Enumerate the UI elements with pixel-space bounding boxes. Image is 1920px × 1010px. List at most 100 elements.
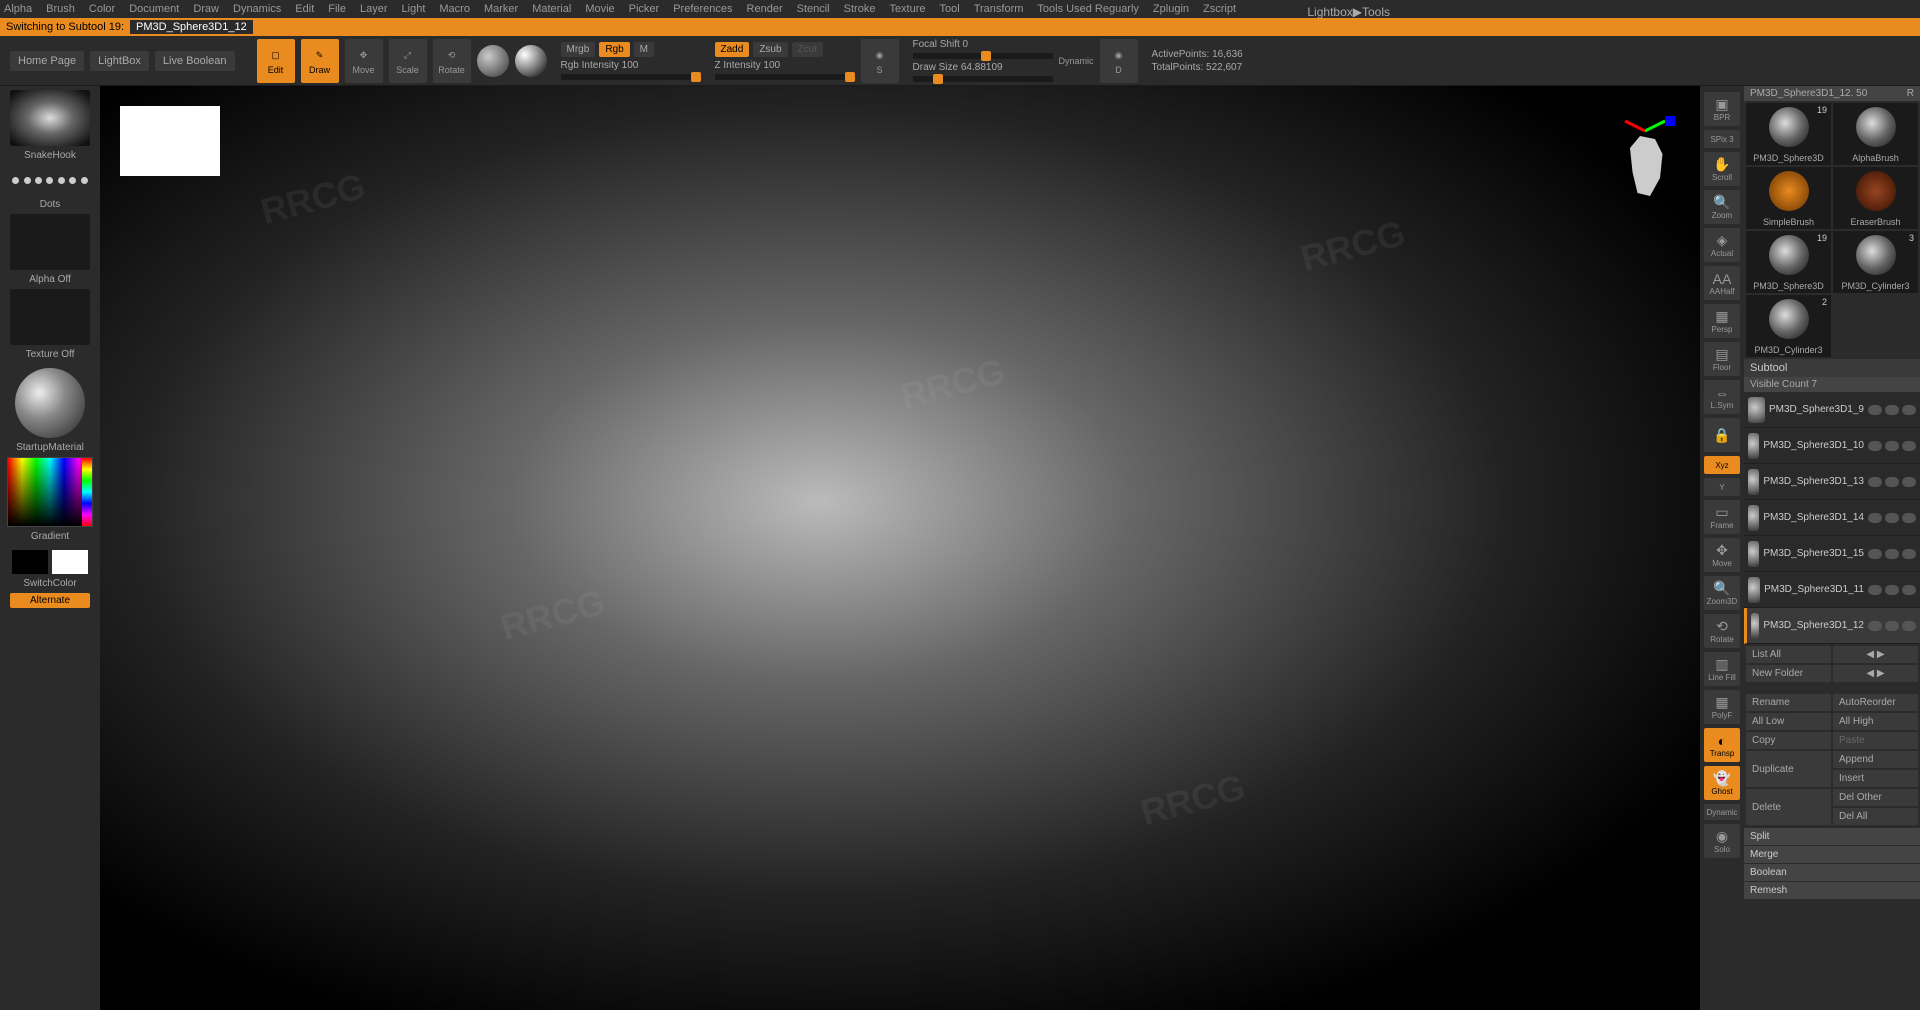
zsub-button[interactable]: Zsub: [753, 42, 787, 57]
duplicate-button[interactable]: Duplicate: [1746, 751, 1831, 787]
rgb-intensity-slider[interactable]: [561, 74, 701, 80]
move-mode-button[interactable]: ✥Move: [345, 39, 383, 83]
menu-file[interactable]: File: [328, 3, 346, 15]
menu-material[interactable]: Material: [532, 3, 571, 15]
list-arrows[interactable]: ◀ ▶: [1833, 646, 1918, 663]
menu-stroke[interactable]: Stroke: [844, 3, 876, 15]
frame-button[interactable]: ▭Frame: [1704, 500, 1740, 534]
alternate-button[interactable]: Alternate: [10, 593, 90, 608]
material-thumbnail[interactable]: [15, 368, 85, 438]
menu-zplugin[interactable]: Zplugin: [1153, 3, 1189, 15]
m-button[interactable]: M: [634, 42, 654, 57]
menu-brush[interactable]: Brush: [46, 3, 75, 15]
split-section[interactable]: Split: [1744, 827, 1920, 845]
menu-layer[interactable]: Layer: [360, 3, 388, 15]
live-boolean-button[interactable]: Live Boolean: [155, 51, 235, 71]
merge-section[interactable]: Merge: [1744, 845, 1920, 863]
list-all-button[interactable]: List All: [1746, 646, 1831, 663]
tool-cell-4[interactable]: 19PM3D_Sphere3D: [1746, 231, 1831, 293]
mrgb-button[interactable]: Mrgb: [561, 42, 596, 57]
subtool-header[interactable]: Subtool: [1744, 359, 1920, 377]
tool-title-bar[interactable]: PM3D_Sphere3D1_12. 50R: [1744, 86, 1920, 101]
floor-button[interactable]: ▤Floor: [1704, 342, 1740, 376]
home-page-button[interactable]: Home Page: [10, 51, 84, 71]
subtool-row[interactable]: PM3D_Sphere3D1_13: [1744, 464, 1920, 500]
brush-thumbnail[interactable]: [10, 90, 90, 146]
menu-preferences[interactable]: Preferences: [673, 3, 732, 15]
draw-size-icon[interactable]: ◉D: [1100, 39, 1138, 83]
menu-render[interactable]: Render: [747, 3, 783, 15]
menu-transform[interactable]: Transform: [974, 3, 1024, 15]
lsym-button[interactable]: ⇔L.Sym: [1704, 380, 1740, 414]
zadd-button[interactable]: Zadd: [715, 42, 750, 57]
color-picker[interactable]: [7, 457, 93, 527]
menu-texture[interactable]: Texture: [889, 3, 925, 15]
menu-edit[interactable]: Edit: [295, 3, 314, 15]
subtool-row[interactable]: PM3D_Sphere3D1_15: [1744, 536, 1920, 572]
subtool-row[interactable]: PM3D_Sphere3D1_9: [1744, 392, 1920, 428]
dynamic-label[interactable]: Dynamic: [1059, 56, 1094, 66]
menu-stencil[interactable]: Stencil: [797, 3, 830, 15]
draw-size-slider[interactable]: [913, 76, 1053, 82]
menu-movie[interactable]: Movie: [585, 3, 614, 15]
boolean-section[interactable]: Boolean: [1744, 863, 1920, 881]
menu-document[interactable]: Document: [129, 3, 179, 15]
polyf-button[interactable]: ▦PolyF: [1704, 690, 1740, 724]
focal-shift-icon[interactable]: ◉S: [861, 39, 899, 83]
autoreorder-button[interactable]: AutoReorder: [1833, 694, 1918, 711]
all-high-button[interactable]: All High: [1833, 713, 1918, 730]
draw-mode-button[interactable]: ✎Draw: [301, 39, 339, 83]
subtool-row[interactable]: PM3D_Sphere3D1_10: [1744, 428, 1920, 464]
material-sphere[interactable]: [515, 45, 547, 77]
tool-cell-1[interactable]: AlphaBrush: [1833, 103, 1918, 165]
menu-light[interactable]: Light: [402, 3, 426, 15]
tool-cell-6[interactable]: 2PM3D_Cylinder3: [1746, 295, 1831, 357]
new-folder-button[interactable]: New Folder: [1746, 665, 1831, 682]
swatch-white[interactable]: [52, 550, 88, 574]
ghost-button[interactable]: 👻Ghost: [1704, 766, 1740, 800]
paste-button[interactable]: Paste: [1833, 732, 1918, 749]
y-button[interactable]: Y: [1704, 478, 1740, 496]
folder-arrows[interactable]: ◀ ▶: [1833, 665, 1918, 682]
zoom3d-button[interactable]: 🔍Zoom3D: [1704, 576, 1740, 610]
rotate-mode-button[interactable]: ⟲Rotate: [433, 39, 471, 83]
subtool-row-selected[interactable]: PM3D_Sphere3D1_12: [1744, 608, 1920, 644]
subtool-row[interactable]: PM3D_Sphere3D1_14: [1744, 500, 1920, 536]
viewport[interactable]: RRCG RRCG RRCG RRCG RRCG: [100, 86, 1700, 1010]
tool-cell-3[interactable]: EraserBrush: [1833, 167, 1918, 229]
aahalf-button[interactable]: AAAAHalf: [1704, 266, 1740, 300]
del-all-button[interactable]: Del All: [1833, 808, 1918, 825]
linefill-button[interactable]: ▥Line Fill: [1704, 652, 1740, 686]
menu-picker[interactable]: Picker: [629, 3, 660, 15]
menu-color[interactable]: Color: [89, 3, 115, 15]
menu-alpha[interactable]: Alpha: [4, 3, 32, 15]
remesh-section[interactable]: Remesh: [1744, 881, 1920, 899]
z-intensity-slider[interactable]: [715, 74, 855, 80]
rotate3d-button[interactable]: ⟲Rotate: [1704, 614, 1740, 648]
menu-marker[interactable]: Marker: [484, 3, 518, 15]
persp-button[interactable]: ▦Persp: [1704, 304, 1740, 338]
rename-button[interactable]: Rename: [1746, 694, 1831, 711]
hue-strip[interactable]: [82, 458, 92, 526]
stroke-thumbnail[interactable]: [10, 165, 90, 195]
delete-button[interactable]: Delete: [1746, 789, 1831, 825]
menu-dynamics[interactable]: Dynamics: [233, 3, 281, 15]
subtool-row[interactable]: PM3D_Sphere3D1_11: [1744, 572, 1920, 608]
swatch-black[interactable]: [12, 550, 48, 574]
menu-tool[interactable]: Tool: [940, 3, 960, 15]
alpha-thumbnail[interactable]: [10, 214, 90, 270]
bpr-button[interactable]: ▣BPR: [1704, 92, 1740, 126]
focal-shift-slider[interactable]: [913, 53, 1053, 59]
gyro-sphere[interactable]: [477, 45, 509, 77]
edit-mode-button[interactable]: ▢Edit: [257, 39, 295, 83]
append-button[interactable]: Append: [1833, 751, 1918, 768]
spix-button[interactable]: SPix 3: [1704, 130, 1740, 148]
tool-cell-2[interactable]: SimpleBrush: [1746, 167, 1831, 229]
camera-reference[interactable]: [1610, 116, 1680, 206]
menu-zscript[interactable]: Zscript: [1203, 3, 1236, 15]
copy-button[interactable]: Copy: [1746, 732, 1831, 749]
del-other-button[interactable]: Del Other: [1833, 789, 1918, 806]
menu-draw[interactable]: Draw: [193, 3, 219, 15]
insert-button[interactable]: Insert: [1833, 770, 1918, 787]
switch-color-label[interactable]: SwitchColor: [23, 578, 76, 589]
